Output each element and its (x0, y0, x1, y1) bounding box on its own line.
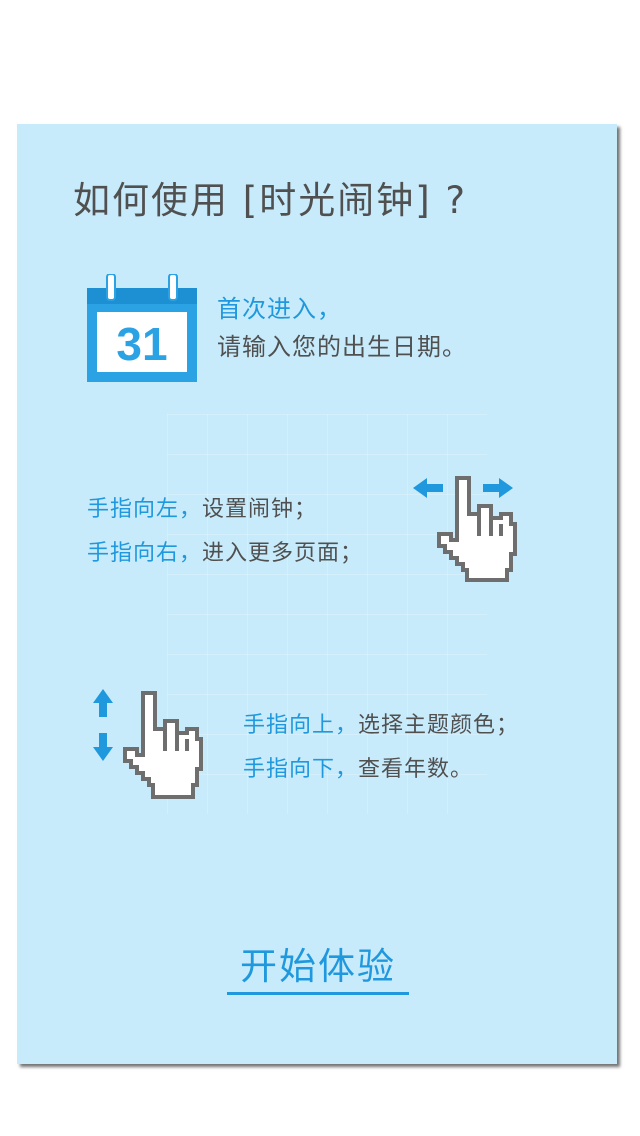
swipe-right-text: 进入更多页面； (202, 541, 364, 566)
swipe-right-line: 手指向右，进入更多页面； (87, 532, 363, 576)
swipe-up-text: 选择主题颜色； (358, 713, 520, 738)
swipe-left-text: 设置闹钟； (202, 497, 318, 522)
page-title: 如何使用 [时光闹钟] ? (73, 179, 468, 222)
swipe-vertical-hand-icon (93, 689, 203, 799)
first-entry-heading: 首次进入， (217, 295, 342, 323)
horizontal-gesture-section: 手指向左，设置闹钟； 手指向右，进入更多页面； (87, 488, 363, 576)
guide-card: 如何使用 [时光闹钟] ? 31 首次进入， 请输入您的出生日期。 手指向左，设… (17, 124, 617, 1064)
calendar-day-text: 31 (116, 318, 167, 370)
swipe-left-line: 手指向左，设置闹钟； (87, 488, 363, 532)
calendar-icon: 31 (87, 274, 197, 382)
vertical-gesture-section: 手指向上，选择主题颜色； 手指向下，查看年数。 (243, 704, 519, 792)
swipe-up-label: 手指向上， (243, 713, 359, 738)
swipe-left-label: 手指向左， (87, 497, 203, 522)
first-entry-instruction: 请输入您的出生日期。 (217, 333, 467, 361)
swipe-down-label: 手指向下， (243, 757, 359, 782)
swipe-down-text: 查看年数。 (358, 757, 474, 782)
swipe-horizontal-hand-icon (413, 476, 517, 582)
start-button[interactable]: 开始体验 (227, 936, 409, 995)
swipe-up-line: 手指向上，选择主题颜色； (243, 704, 519, 748)
first-entry-section: 首次进入， 请输入您的出生日期。 (217, 290, 467, 366)
swipe-right-label: 手指向右， (87, 541, 203, 566)
swipe-down-line: 手指向下，查看年数。 (243, 748, 519, 792)
